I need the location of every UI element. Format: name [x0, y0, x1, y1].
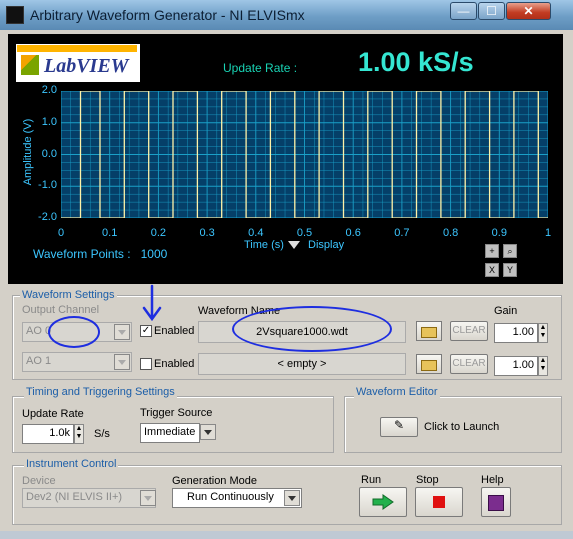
y-tick-label: -1.0	[38, 179, 57, 192]
x-tick-label: 0.4	[248, 227, 264, 239]
gain-spinner-0[interactable]: ▲ ▼	[538, 323, 548, 343]
y-tick-label: 1.0	[41, 115, 57, 128]
device-label: Device	[22, 475, 56, 487]
clear-button-0[interactable]: CLEAR	[450, 321, 488, 341]
help-button[interactable]	[481, 487, 511, 517]
x-tick-label: 1	[544, 227, 552, 239]
trigger-source-value: Immediate	[144, 426, 196, 438]
launch-editor-button[interactable]: ✎	[380, 417, 418, 437]
chevron-down-icon[interactable]	[114, 324, 130, 340]
x-tick-label: 0.6	[345, 227, 361, 239]
update-rate-field[interactable]: 1.0k	[22, 424, 74, 444]
folder-browse-icon[interactable]	[416, 354, 442, 374]
update-rate-spinner[interactable]: ▲ ▼	[74, 424, 84, 444]
folder-browse-icon[interactable]	[416, 321, 442, 341]
generation-mode-value: Run Continuously	[187, 491, 274, 503]
graph-panel: LabVIEW Update Rate : 1.00 kS/s Amplitud…	[8, 34, 563, 284]
stop-button[interactable]	[415, 487, 463, 517]
enabled-label-0: Enabled	[154, 325, 195, 337]
close-button[interactable]: ✕	[506, 2, 551, 20]
display-dropdown-icon[interactable]	[288, 241, 300, 249]
run-label: Run	[361, 474, 382, 486]
labview-flag-icon	[21, 55, 39, 75]
gain-value-0: 1.00	[512, 326, 534, 338]
x-tick-label: 0	[57, 227, 65, 239]
x-tick-label: 0.8	[442, 227, 459, 239]
generation-mode-select[interactable]: Run Continuously	[172, 488, 302, 508]
run-button[interactable]	[359, 487, 407, 517]
x-tick-label: 0.3	[199, 227, 215, 239]
x-tick-label: 0.9	[491, 227, 507, 239]
annotation-ellipse-waveform	[232, 306, 392, 352]
display-menu[interactable]: Display	[308, 239, 344, 251]
gain-field-1[interactable]: 1.00	[494, 356, 538, 376]
gain-field-0[interactable]: 1.00	[494, 323, 538, 343]
x-tick-label: 0.7	[394, 227, 410, 239]
annotation-arrow-icon	[142, 284, 162, 322]
waveform-points-label: Waveform Points :	[33, 247, 131, 261]
x-tick-label: 0.1	[102, 227, 118, 239]
launch-editor-label: Click to Launch	[424, 421, 500, 433]
minimize-button[interactable]: —	[450, 2, 477, 20]
stop-label: Stop	[416, 474, 439, 486]
waveform-editor-title: Waveform Editor	[354, 386, 440, 398]
waveform-plot-svg	[61, 91, 548, 218]
run-arrow-icon	[372, 494, 394, 510]
update-rate-unit: S/s	[94, 428, 110, 440]
update-rate-value: 1.0k	[49, 427, 70, 439]
enabled-checkbox-0[interactable]: ✓	[140, 325, 152, 337]
update-rate-header-value: 1.00 kS/s	[358, 47, 474, 77]
gain-value-1: 1.00	[512, 359, 534, 371]
y-tick-label: 2.0	[41, 84, 57, 96]
window-bottom-border	[0, 531, 573, 539]
x-tick-label: 0.5	[296, 227, 313, 239]
help-label: Help	[481, 474, 504, 486]
zoom-icon[interactable]: ⌕	[503, 244, 517, 258]
pan-x-icon[interactable]: X	[485, 263, 499, 277]
waveform-name-field-1[interactable]: < empty >	[198, 353, 406, 375]
chevron-down-icon[interactable]	[140, 490, 156, 506]
clear-button-1[interactable]: CLEAR	[450, 354, 488, 374]
gain-spinner-1[interactable]: ▲ ▼	[538, 356, 548, 376]
annotation-ellipse-channel	[48, 316, 100, 348]
enabled-label-1: Enabled	[154, 358, 195, 370]
pan-y-icon[interactable]: Y	[503, 263, 517, 277]
x-axis-label: Time (s)	[244, 239, 284, 251]
y-tick-label: 0.0	[41, 147, 57, 160]
chevron-down-icon[interactable]	[284, 490, 300, 506]
x-tick-label: 0.2	[150, 227, 167, 239]
chevron-down-icon[interactable]	[200, 424, 216, 440]
waveform-points-value: 1000	[140, 247, 168, 261]
device-value: Dev2 (NI ELVIS II+)	[26, 491, 123, 503]
pencil-icon: ✎	[393, 418, 405, 432]
enabled-checkbox-1[interactable]	[140, 358, 152, 370]
trigger-source-select[interactable]: Immediate	[140, 423, 200, 443]
labview-logo: LabVIEW	[16, 44, 140, 82]
update-rate-label: Update Rate	[22, 408, 84, 420]
app-icon	[6, 6, 24, 24]
update-rate-header-label: Update Rate :	[223, 61, 298, 75]
instrument-control-title: Instrument Control	[24, 458, 119, 470]
maximize-button[interactable]: ☐	[478, 2, 505, 20]
waveform-settings-title: Waveform Settings	[20, 289, 117, 301]
output-channel-label: Output Channel	[22, 304, 100, 316]
trigger-source-label: Trigger Source	[140, 407, 213, 419]
labview-logo-text: LabVIEW	[44, 55, 129, 77]
device-select[interactable]: Dev2 (NI ELVIS II+)	[22, 488, 156, 508]
output-channel-value-1: AO 1	[26, 355, 52, 367]
help-book-icon	[488, 495, 504, 511]
gain-label: Gain	[494, 305, 518, 317]
title-bar[interactable]: Arbitrary Waveform Generator - NI ELVISm…	[0, 0, 573, 30]
window-title: Arbitrary Waveform Generator - NI ELVISm…	[30, 7, 305, 23]
stop-square-icon	[433, 496, 445, 508]
y-tick-label: -2.0	[38, 211, 57, 223]
timing-title: Timing and Triggering Settings	[24, 386, 177, 398]
waveform-name-value-1: < empty >	[277, 358, 327, 370]
generation-mode-label: Generation Mode	[172, 475, 257, 487]
waveform-graph[interactable]	[61, 91, 548, 218]
waveform-points-readout: Waveform Points : 1000	[33, 247, 167, 261]
crosshair-icon[interactable]: +	[485, 244, 499, 258]
chevron-down-icon[interactable]	[114, 354, 130, 370]
